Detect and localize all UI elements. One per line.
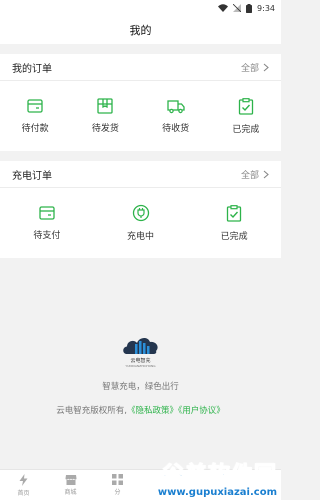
- my-orders-title: 我的订单: [12, 63, 52, 75]
- charging-in-progress[interactable]: 充电中: [94, 204, 188, 242]
- status-time: 9:34: [257, 3, 275, 13]
- slogan: 智慧充电，绿色出行: [102, 382, 179, 392]
- charging-orders-all-label: 全部: [240, 170, 259, 181]
- tab-home[interactable]: 首页: [0, 470, 47, 500]
- order-pending-shipment-label: 待发货: [91, 124, 119, 134]
- wallet-icon: [39, 206, 55, 220]
- status-bar: 9:34: [0, 0, 281, 16]
- clipboard-check-icon: [227, 204, 242, 222]
- charging-completed-label: 已完成: [220, 231, 248, 242]
- charging-orders-card: 充电订单 全部 待支付 充电中 已完成: [0, 161, 281, 258]
- logo-subtext: YUNDIANZHICHONG: [125, 364, 156, 368]
- charging-orders-icons: 待支付 充电中 已完成: [0, 188, 281, 258]
- cloud-logo-icon: [122, 337, 158, 354]
- order-completed[interactable]: 已完成: [211, 97, 281, 135]
- watermark: 谷普软件园 www.gupuxiazai.com: [157, 463, 277, 498]
- bolt-icon: [19, 473, 28, 486]
- order-completed-label: 已完成: [232, 124, 260, 135]
- tab-shop-label: 商城: [64, 489, 77, 496]
- chevron-right-icon: [263, 170, 269, 178]
- order-pending-payment-label: 待付款: [21, 124, 49, 134]
- order-pending-receipt-label: 待收货: [162, 124, 190, 134]
- page-header: 我的: [0, 16, 281, 44]
- order-pending-shipment[interactable]: 待发货: [70, 98, 140, 134]
- copyright-line: 云电智充版权所有,《隐私政策》《用户协议》: [56, 404, 224, 416]
- tab-home-label: 首页: [17, 489, 30, 497]
- my-orders-icons: 待付款 待发货 待收货 已完成: [0, 81, 281, 151]
- battery-icon: [246, 3, 253, 13]
- clipboard-check-icon: [238, 97, 254, 115]
- plug-icon: [132, 204, 149, 222]
- order-pending-receipt[interactable]: 待收货: [141, 98, 211, 134]
- charging-completed[interactable]: 已完成: [187, 204, 281, 242]
- charging-orders-title: 充电订单: [12, 170, 52, 182]
- tab-category[interactable]: 分: [94, 470, 141, 500]
- my-orders-card: 我的订单 全部 待付款 待发货 待收货 已完成: [0, 54, 281, 151]
- charging-in-progress-label: 充电中: [127, 232, 155, 242]
- charging-pending-payment[interactable]: 待支付: [0, 205, 94, 241]
- tab-category-label: 分: [114, 489, 121, 496]
- copyright-text: 云电智充版权所有,: [56, 406, 127, 416]
- shop-icon: [65, 475, 76, 485]
- my-orders-header: 我的订单 全部: [0, 54, 281, 80]
- my-orders-all-link[interactable]: 全部: [241, 61, 269, 74]
- charging-orders-header: 充电订单 全部: [0, 161, 281, 187]
- wallet-icon: [27, 99, 43, 113]
- my-orders-all-label: 全部: [240, 63, 259, 74]
- tab-shop[interactable]: 商城: [47, 470, 94, 500]
- charging-pending-payment-label: 待支付: [33, 231, 61, 241]
- grid-icon: [112, 474, 123, 485]
- privacy-policy-link[interactable]: 《隐私政策》: [127, 406, 178, 416]
- package-icon: [97, 98, 114, 114]
- user-agreement-link[interactable]: 《用户协议》: [178, 406, 225, 416]
- truck-icon: [166, 100, 185, 114]
- brand-area: 云电智充 YUNDIANZHICHONG 智慧充电，绿色出行 云电智充版权所有,…: [0, 334, 281, 416]
- wifi-icon: [218, 4, 229, 12]
- page-title: 我的: [129, 24, 152, 37]
- signal-icon: [233, 4, 242, 12]
- watermark-text: 谷普软件园: [161, 463, 277, 488]
- watermark-url: www.gupuxiazai.com: [157, 487, 277, 498]
- chevron-right-icon: [263, 63, 269, 71]
- order-pending-payment[interactable]: 待付款: [0, 98, 70, 134]
- logo-text: 云电智充: [130, 358, 151, 364]
- charging-orders-all-link[interactable]: 全部: [241, 168, 269, 181]
